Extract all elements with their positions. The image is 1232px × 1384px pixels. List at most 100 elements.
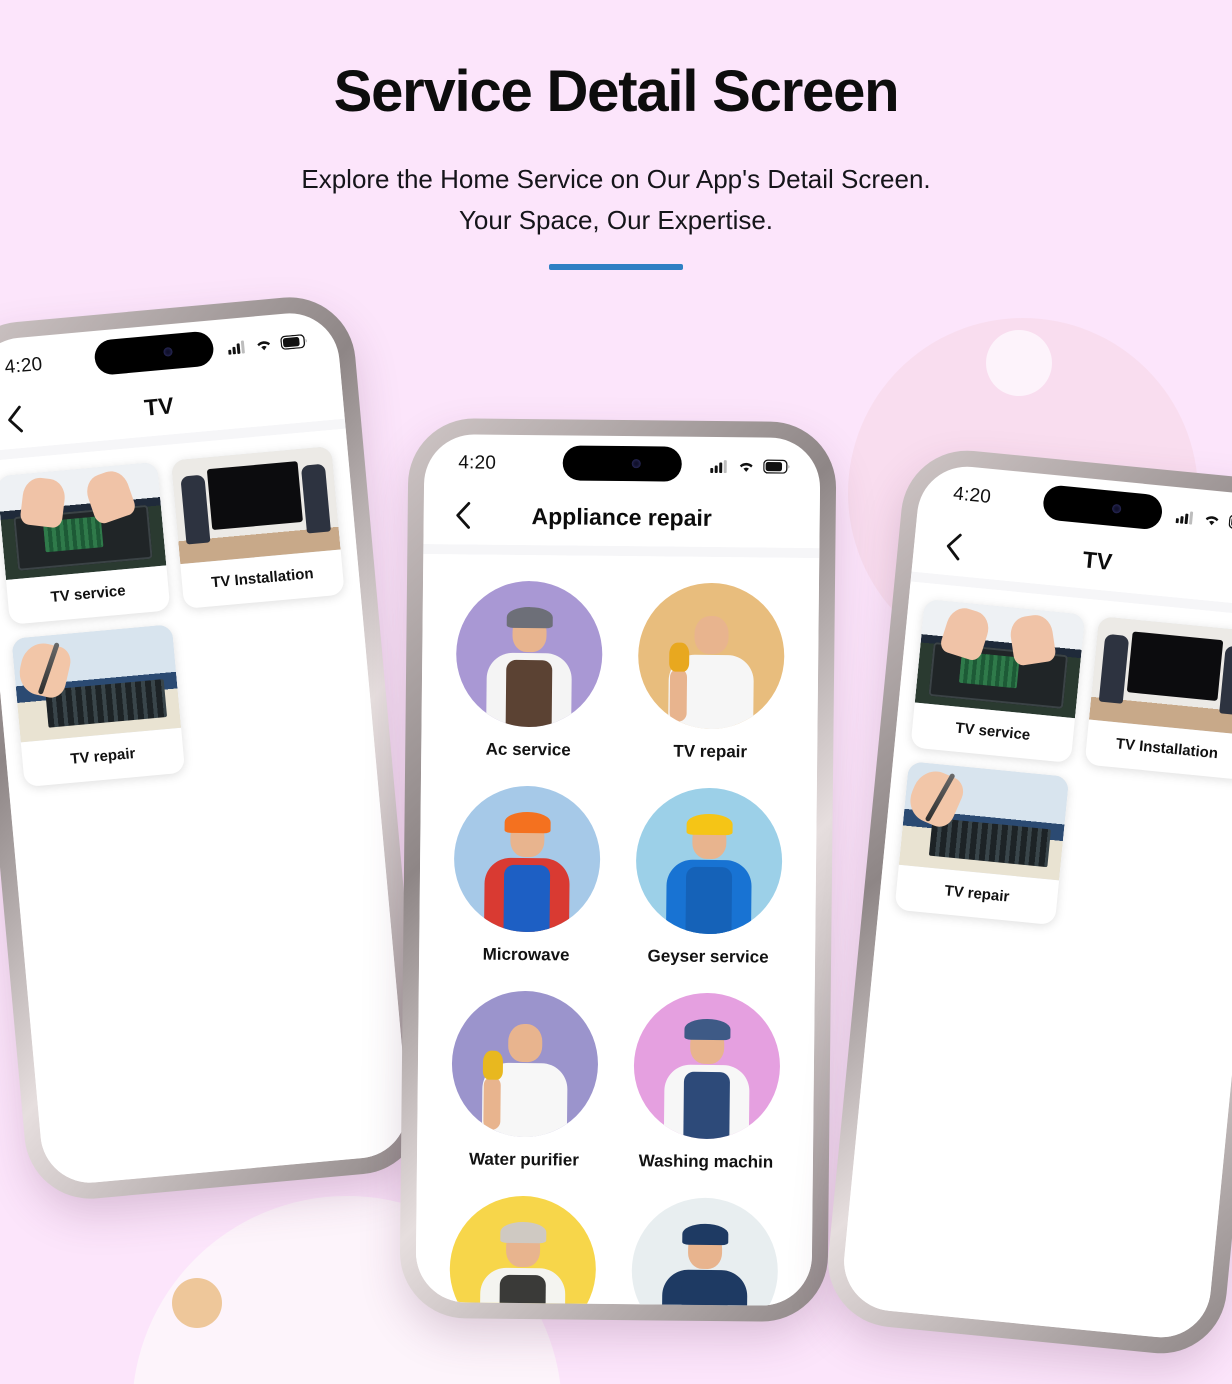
technician-head (508, 1024, 543, 1063)
wifi-icon (737, 459, 755, 473)
appliance-service-item[interactable]: TV repair (637, 582, 786, 763)
dynamic-island-notch (93, 330, 215, 376)
appliance-service-label: TV repair (673, 741, 748, 762)
back-button[interactable] (0, 401, 33, 438)
service-card-thumbnail (1088, 616, 1232, 736)
status-bar: 4:20 (424, 434, 821, 490)
technician-photo-icon (665, 813, 752, 935)
technician-helmet-icon (686, 813, 733, 835)
subtitle-line-2: Your Space, Our Expertise. (458, 205, 774, 236)
chevron-left-icon (454, 501, 471, 529)
appliance-service-label: Ac service (485, 739, 571, 760)
service-card[interactable]: TV repair (894, 761, 1070, 926)
technician-helmet-icon (500, 1222, 547, 1243)
page-header: Service Detail Screen Explore the Home S… (0, 0, 1232, 271)
technician-overalls (503, 864, 550, 933)
technician-helmet-icon (506, 607, 553, 628)
technician-helmet-icon (682, 1223, 729, 1245)
tv-card-grid: TV service TV Installation TV repair (894, 598, 1232, 942)
technician-overalls (687, 661, 735, 730)
technician-overalls (681, 1276, 728, 1307)
work-glove-icon (668, 642, 690, 672)
status-bar-time: 4:20 (952, 483, 992, 508)
tv-repair-photo-icon (898, 761, 1070, 881)
appliance-service-item[interactable] (631, 1197, 779, 1307)
service-card-thumbnail (0, 461, 167, 580)
technician-photo-icon (663, 1018, 750, 1140)
appliance-service-avatar (455, 580, 604, 728)
technician-photo-icon (661, 1223, 748, 1307)
work-glove-icon (482, 1050, 504, 1080)
appliance-service-avatar (633, 992, 781, 1140)
technician-overalls (499, 1274, 546, 1307)
technician-head (694, 616, 729, 655)
battery-icon (1228, 514, 1232, 531)
front-camera-icon (631, 459, 641, 469)
appliance-service-avatar (631, 1197, 779, 1307)
appliance-service-item[interactable]: Geyser service (635, 787, 783, 968)
tv-repair-photo-icon (11, 624, 182, 743)
appliance-service-item[interactable]: Washing machin (633, 992, 781, 1173)
phone-screen-center: 4:20 Appliance repair Ac service TV repa… (415, 433, 821, 1307)
nav-title: Appliance repair (531, 502, 712, 531)
appliance-service-avatar (635, 787, 783, 935)
service-card[interactable]: TV Installation (1084, 616, 1232, 781)
appliance-service-item[interactable]: Water purifier (451, 990, 599, 1171)
tv-service-list: TV service TV Installation TV repair (0, 428, 412, 1187)
appliance-service-label: Water purifier (468, 1149, 579, 1170)
service-card-thumbnail (898, 761, 1070, 881)
status-bar-icons (710, 459, 790, 474)
appliance-service-avatar (637, 582, 786, 730)
service-card[interactable]: TV service (910, 598, 1086, 763)
appliance-service-item[interactable]: Ac service (455, 580, 604, 761)
nav-bar: Appliance repair (423, 485, 820, 549)
status-bar-time: 4:20 (458, 452, 497, 474)
subtitle-line-1: Explore the Home Service on Our App's De… (301, 163, 931, 194)
phone-screen-left: 4:20 TV TV service TV Installation TV re… (0, 309, 412, 1187)
appliance-service-item[interactable]: Microwave (453, 785, 601, 966)
technician-arm (483, 1076, 502, 1130)
phone-mockup-left: 4:20 TV TV service TV Installation TV re… (0, 296, 425, 1200)
service-card[interactable]: TV service (0, 461, 171, 625)
tv-service-list: TV service TV Installation TV repair (839, 581, 1232, 1342)
hand-icon (18, 476, 67, 529)
appliance-service-grid: Ac service TV repair Microwave Geyser servi… (449, 580, 786, 1307)
technician-photo-icon (481, 1017, 568, 1138)
chevron-left-icon (943, 532, 963, 562)
accent-divider (549, 264, 683, 271)
back-button[interactable] (446, 498, 480, 532)
dynamic-island-notch (1041, 484, 1164, 531)
technician-overalls (505, 659, 553, 728)
appliance-service-label: Washing machin (638, 1151, 774, 1172)
page-subtitle: Explore the Home Service on Our App's De… (0, 159, 1232, 242)
technician-photo-icon (479, 1222, 566, 1307)
front-camera-icon (163, 346, 173, 357)
technician-helmet-icon (684, 1018, 731, 1040)
tv-service-photo-icon (914, 598, 1086, 719)
technician-photo-icon (483, 812, 570, 933)
service-card-thumbnail (170, 445, 341, 565)
technician-photo-icon (668, 609, 754, 730)
phone-mockup-center: 4:20 Appliance repair Ac service TV repa… (403, 421, 833, 1319)
appliance-service-label: Geyser service (647, 946, 769, 967)
appliance-service-label: Microwave (482, 944, 570, 965)
technician-overalls (683, 1071, 730, 1140)
technician-overalls (501, 1069, 548, 1138)
technician-helmet-icon (504, 812, 551, 833)
appliance-service-item[interactable] (449, 1195, 597, 1307)
service-card[interactable]: TV repair (11, 624, 186, 788)
dynamic-island-notch (562, 445, 682, 482)
cellular-signal-icon (227, 339, 247, 355)
battery-icon (280, 334, 308, 350)
service-card[interactable]: TV Installation (170, 445, 345, 609)
appliance-service-avatar (453, 785, 601, 933)
cellular-signal-icon (1175, 509, 1196, 525)
page-title: Service Detail Screen (333, 59, 900, 124)
back-button[interactable] (935, 528, 972, 565)
appliance-service-avatar (449, 1195, 597, 1307)
tv-card-grid: TV service TV Installation TV repair (0, 445, 359, 788)
wifi-icon (1202, 512, 1221, 528)
appliance-service-avatar (451, 990, 599, 1138)
chevron-left-icon (5, 405, 24, 434)
service-card-thumbnail (11, 624, 182, 743)
